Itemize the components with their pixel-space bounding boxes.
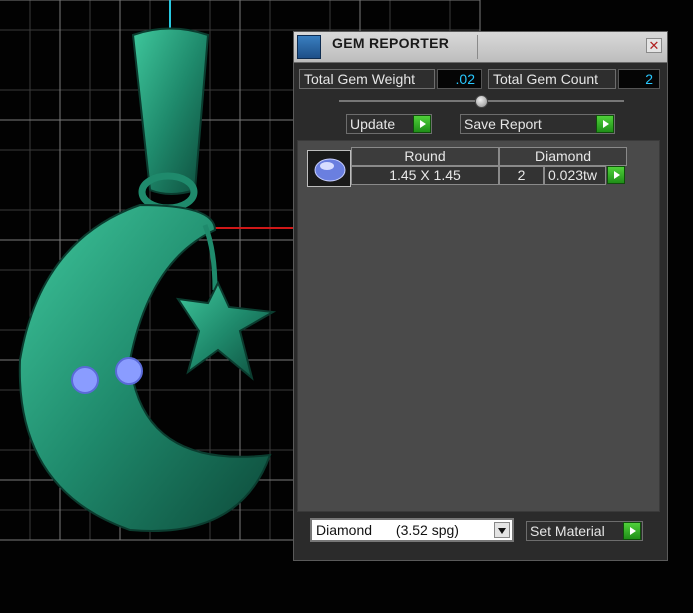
- panel-titlebar[interactable]: GEM REPORTER ✕: [294, 32, 667, 63]
- material-density: (3.52 spg): [395, 522, 459, 538]
- gem-stone-left[interactable]: [71, 366, 99, 394]
- save-report-button[interactable]: Save Report: [460, 114, 615, 134]
- gem-shape-cell: Round: [351, 147, 499, 166]
- material-dropdown-value: Diamond: [316, 522, 373, 538]
- gem-reporter-icon: [297, 35, 321, 59]
- update-button[interactable]: Update: [346, 114, 432, 134]
- panel-title: GEM REPORTER: [332, 35, 450, 51]
- set-material-button-label: Set Material: [530, 523, 605, 539]
- round-gem-thumbnail: [314, 158, 346, 182]
- total-gem-count-value: 2: [618, 69, 660, 89]
- play-arrow-icon[interactable]: [623, 522, 641, 540]
- gem-reporter-panel: GEM REPORTER ✕ Total Gem Weight .02 Tota…: [293, 31, 668, 561]
- gem-material-cell: Diamond: [499, 147, 627, 166]
- gem-weight-cell: 0.023tw: [544, 166, 606, 185]
- play-arrow-icon[interactable]: [607, 166, 625, 184]
- total-gem-weight-label: Total Gem Weight: [299, 69, 435, 89]
- size-slider-handle[interactable]: [475, 95, 488, 108]
- round-gem-icon[interactable]: [307, 150, 351, 187]
- play-arrow-icon[interactable]: [413, 115, 431, 133]
- titlebar-divider: [477, 35, 478, 59]
- save-report-button-label: Save Report: [464, 116, 542, 132]
- material-dropdown[interactable]: Diamond (3.52 spg): [310, 518, 514, 542]
- gem-list[interactable]: [297, 140, 660, 512]
- total-gem-count-label: Total Gem Count: [488, 69, 616, 89]
- play-arrow-icon[interactable]: [596, 115, 614, 133]
- chevron-down-icon[interactable]: [494, 522, 510, 538]
- gem-size-cell: 1.45 X 1.45: [351, 166, 499, 185]
- set-material-button[interactable]: Set Material: [526, 521, 643, 541]
- close-icon[interactable]: ✕: [646, 38, 662, 53]
- gem-count-cell: 2: [499, 166, 544, 185]
- total-gem-weight-value: .02: [437, 69, 482, 89]
- update-button-label: Update: [350, 116, 396, 132]
- moon-pendant-model[interactable]: [18, 27, 277, 532]
- gem-stone-right[interactable]: [115, 357, 143, 385]
